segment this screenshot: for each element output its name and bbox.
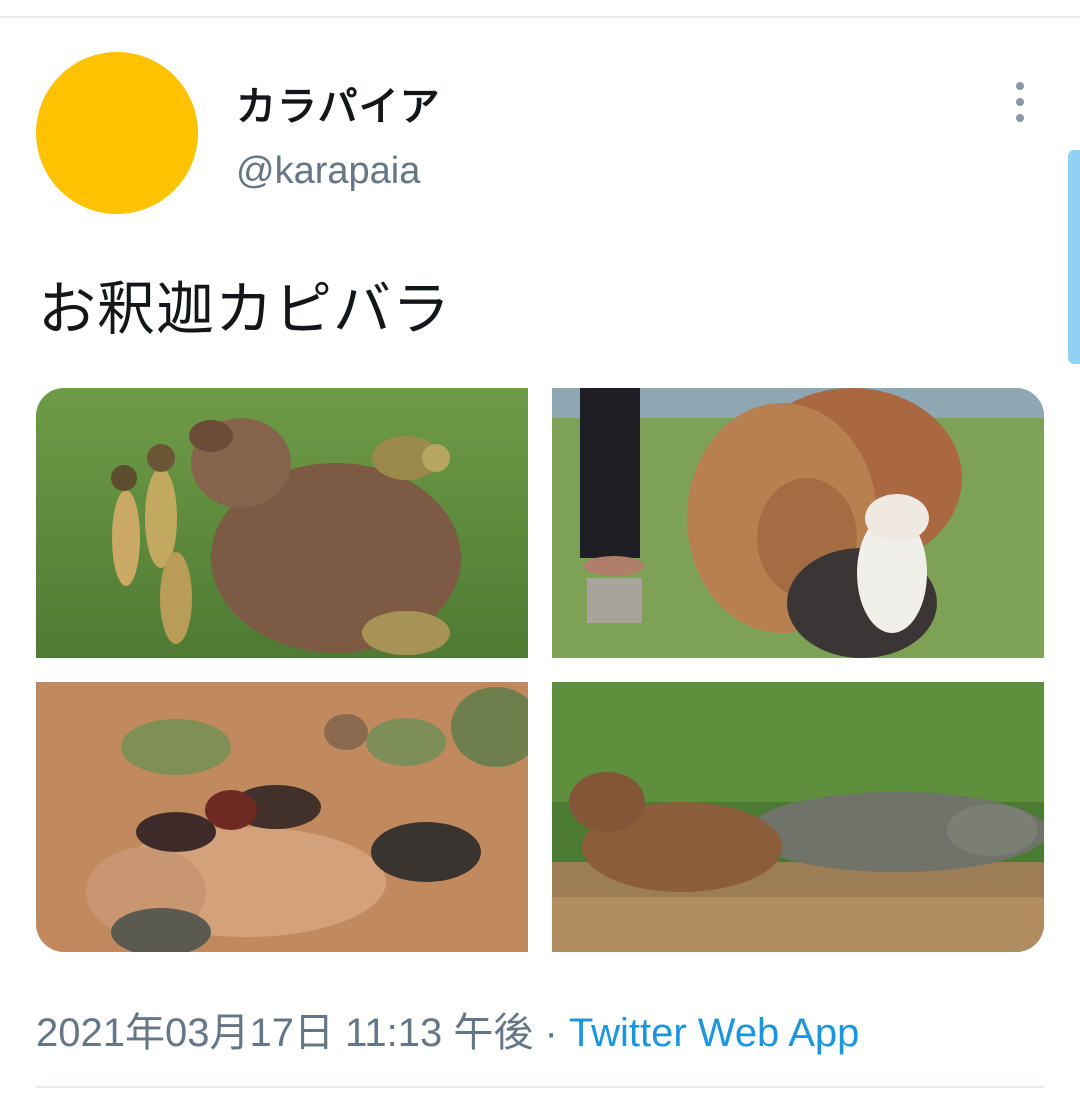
more-vertical-icon[interactable]: [1004, 82, 1036, 122]
media-photo-4[interactable]: [552, 682, 1044, 952]
media-grid: [36, 388, 1044, 952]
menu-dot: [1016, 114, 1024, 122]
avatar[interactable]: [36, 52, 198, 214]
media-photo-2[interactable]: [552, 388, 1044, 658]
meta-separator: ·: [533, 1011, 569, 1055]
tweet-text: お釈迦カピバラ: [38, 275, 452, 343]
user-handle[interactable]: @karapaia: [236, 150, 420, 193]
scrollbar[interactable]: [1068, 150, 1080, 364]
bottom-divider: [36, 1086, 1044, 1088]
source-link[interactable]: Twitter Web App: [569, 1011, 860, 1055]
display-name[interactable]: カラパイア: [236, 74, 441, 132]
menu-dot: [1016, 98, 1024, 106]
top-divider: [0, 16, 1080, 18]
timestamp[interactable]: 2021年03月17日 11:13 午後: [36, 1011, 533, 1055]
tweet-meta: 2021年03月17日 11:13 午後 · Twitter Web App: [36, 1000, 859, 1058]
media-photo-3[interactable]: [36, 682, 528, 952]
menu-dot: [1016, 82, 1024, 90]
media-photo-1[interactable]: [36, 388, 528, 658]
